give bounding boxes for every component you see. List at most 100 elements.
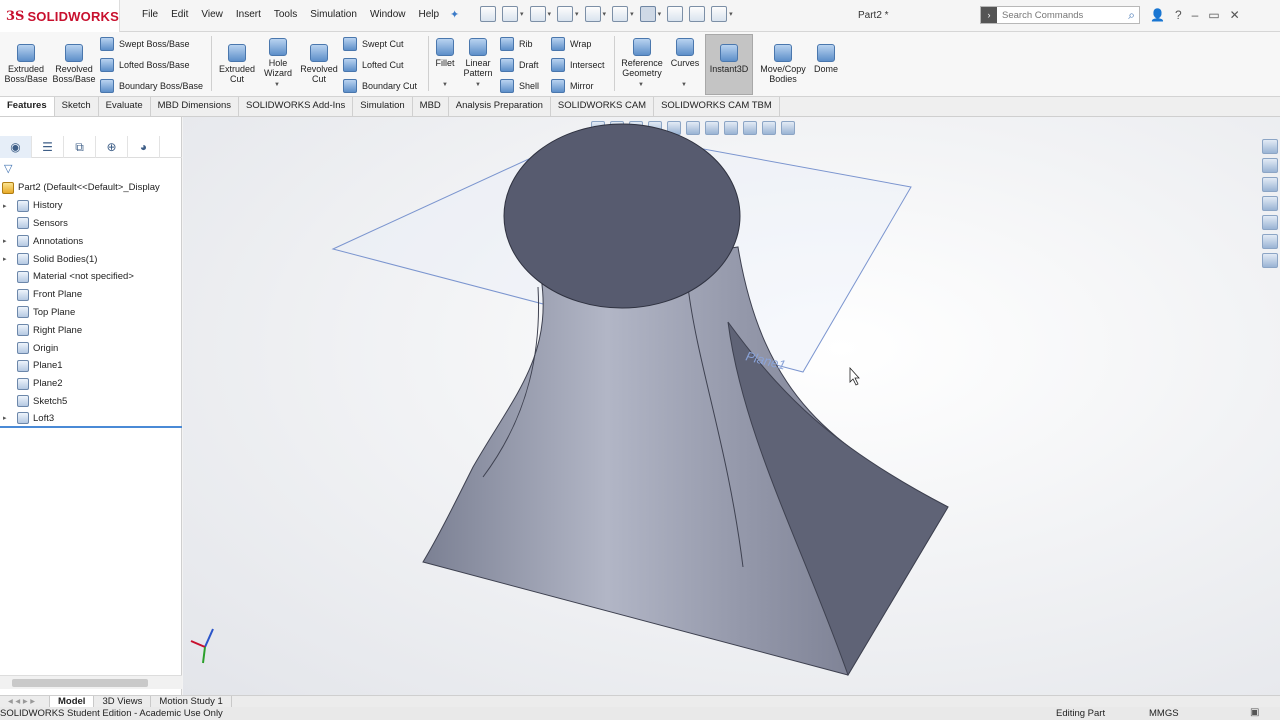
instant3d-button[interactable]: Instant3D	[707, 44, 751, 74]
tree-item-front-plane[interactable]: Front Plane	[0, 286, 182, 304]
chevron-down-icon[interactable]: ▼	[681, 82, 687, 88]
tab-mbd[interactable]: MBD	[413, 97, 449, 116]
home-icon[interactable]	[480, 6, 496, 22]
dimxpert-icon[interactable]: ⊕	[96, 136, 128, 158]
undo-icon[interactable]	[612, 6, 629, 22]
tab-mbd-dimensions[interactable]: MBD Dimensions	[151, 97, 240, 116]
expand-arrow-icon[interactable]: ▸	[3, 237, 11, 245]
lofted-boss-button[interactable]: Lofted Boss/Base	[100, 58, 190, 72]
user-icon[interactable]: 👤	[1150, 8, 1165, 22]
configuration-manager-icon[interactable]: ⧉	[64, 136, 96, 158]
property-manager-icon[interactable]: ☰	[32, 136, 64, 158]
tab-evaluate[interactable]: Evaluate	[99, 97, 151, 116]
chevron-down-icon[interactable]: ▾	[548, 10, 552, 18]
search-input[interactable]: Search Commands	[1002, 10, 1128, 21]
tree-item-origin[interactable]: Origin	[0, 339, 182, 357]
options-gear-icon[interactable]	[711, 6, 728, 22]
top-face[interactable]	[503, 123, 741, 309]
reference-geometry-button[interactable]: Reference Geometry	[617, 38, 667, 78]
help-icon[interactable]: ?	[1175, 8, 1182, 22]
expand-arrow-icon[interactable]: ▸	[3, 255, 11, 263]
filter-icon[interactable]: ▽	[4, 162, 12, 175]
file-properties-icon[interactable]	[689, 6, 706, 22]
mirror-button[interactable]: Mirror	[551, 79, 594, 93]
hole-wizard-button[interactable]: Hole Wizard	[258, 38, 298, 78]
chat-icon[interactable]: ▣	[1250, 707, 1259, 718]
scrollbar-thumb[interactable]	[12, 679, 148, 687]
horizontal-scrollbar[interactable]	[0, 675, 182, 689]
dome-button[interactable]: Dome	[810, 44, 842, 74]
draft-button[interactable]: Draft	[500, 58, 539, 72]
rib-button[interactable]: Rib	[500, 37, 533, 51]
tab-analysis-preparation[interactable]: Analysis Preparation	[449, 97, 551, 116]
swept-boss-button[interactable]: Swept Boss/Base	[100, 37, 190, 51]
new-document-icon[interactable]	[502, 6, 518, 22]
boundary-boss-button[interactable]: Boundary Boss/Base	[100, 79, 203, 93]
tree-item-plane2[interactable]: Plane2	[0, 375, 182, 393]
shell-button[interactable]: Shell	[500, 79, 539, 93]
units-selector[interactable]: MMGS	[1149, 708, 1179, 719]
tree-item-sketch5[interactable]: Sketch5	[0, 393, 182, 411]
revolved-cut-button[interactable]: Revolved Cut	[297, 44, 341, 84]
swept-cut-button[interactable]: Swept Cut	[343, 37, 404, 51]
menu-edit[interactable]: Edit	[171, 9, 188, 20]
model-view[interactable]: Plane1	[183, 117, 1280, 695]
lofted-cut-button[interactable]: Lofted Cut	[343, 58, 404, 72]
open-icon[interactable]	[529, 6, 546, 22]
menu-help[interactable]: Help	[419, 9, 440, 20]
revolved-boss-button[interactable]: Revolved Boss/Base	[52, 44, 96, 84]
display-manager-icon[interactable]: ◕	[128, 136, 160, 158]
solidworks-logo[interactable]: 3S SOLIDWORKS	[0, 0, 120, 32]
tree-item-plane1[interactable]: Plane1	[0, 357, 182, 375]
tree-item-annotations[interactable]: ▸ Annotations	[0, 232, 182, 250]
minimize-icon[interactable]: –	[1192, 8, 1199, 22]
tab-features[interactable]: Features	[0, 97, 55, 116]
curves-button[interactable]: Curves	[668, 38, 702, 68]
menu-view[interactable]: View	[201, 9, 223, 20]
fillet-button[interactable]: Fillet	[430, 38, 460, 68]
chevron-down-icon[interactable]: ▾	[575, 10, 579, 18]
expand-arrow-icon[interactable]: ▸	[3, 414, 11, 422]
feature-manager-icon[interactable]: ◉	[0, 136, 32, 158]
traffic-light-icon[interactable]	[667, 6, 684, 22]
tree-item-solid-bodies[interactable]: ▸ Solid Bodies(1)	[0, 250, 182, 268]
tab-sketch[interactable]: Sketch	[55, 97, 99, 116]
expand-arrow-icon[interactable]: ▸	[3, 202, 11, 210]
menu-simulation[interactable]: Simulation	[310, 9, 357, 20]
tree-item-loft3[interactable]: ▸ Loft3	[0, 410, 182, 429]
menu-insert[interactable]: Insert	[236, 9, 261, 20]
intersect-button[interactable]: Intersect	[551, 58, 605, 72]
restore-icon[interactable]: ▭	[1208, 8, 1219, 22]
tab-solidworks-cam-tbm[interactable]: SOLIDWORKS CAM TBM	[654, 97, 780, 116]
tree-item-top-plane[interactable]: Top Plane	[0, 304, 182, 322]
graphics-area[interactable]: Plane1	[183, 117, 1280, 695]
tree-item-sensors[interactable]: Sensors	[0, 215, 182, 233]
save-icon[interactable]	[557, 6, 574, 22]
linear-pattern-button[interactable]: Linear Pattern	[460, 38, 496, 78]
print-icon[interactable]	[584, 6, 601, 22]
menu-window[interactable]: Window	[370, 9, 406, 20]
pin-icon[interactable]: ✦	[450, 8, 459, 21]
select-cursor-icon[interactable]	[639, 6, 656, 22]
tree-root-part[interactable]: Part2 (Default<<Default>_Display	[0, 179, 182, 197]
search-commands[interactable]: › Search Commands ⌕	[980, 6, 1140, 24]
tree-item-right-plane[interactable]: Right Plane	[0, 321, 182, 339]
tree-item-history[interactable]: ▸ History	[0, 197, 182, 215]
chevron-down-icon[interactable]: ▼	[442, 82, 448, 88]
tree-item-material[interactable]: Material <not specified>	[0, 268, 182, 286]
chevron-down-icon[interactable]: ▼	[274, 82, 280, 88]
chevron-down-icon[interactable]: ▾	[603, 10, 607, 18]
chevron-down-icon[interactable]: ▼	[638, 82, 644, 88]
chevron-down-icon[interactable]: ▾	[520, 10, 524, 18]
chevron-down-icon[interactable]: ▾	[729, 10, 733, 18]
tab-solidworks-cam[interactable]: SOLIDWORKS CAM	[551, 97, 655, 116]
chevron-down-icon[interactable]: ▾	[658, 10, 662, 18]
menu-tools[interactable]: Tools	[274, 9, 297, 20]
extruded-cut-button[interactable]: Extruded Cut	[215, 44, 259, 84]
wrap-button[interactable]: Wrap	[551, 37, 591, 51]
menu-file[interactable]: File	[142, 9, 158, 20]
tab-simulation[interactable]: Simulation	[353, 97, 413, 116]
search-icon[interactable]: ⌕	[1128, 8, 1135, 23]
tab-addins[interactable]: SOLIDWORKS Add-Ins	[239, 97, 354, 116]
move-copy-bodies-button[interactable]: Move/Copy Bodies	[757, 44, 809, 84]
